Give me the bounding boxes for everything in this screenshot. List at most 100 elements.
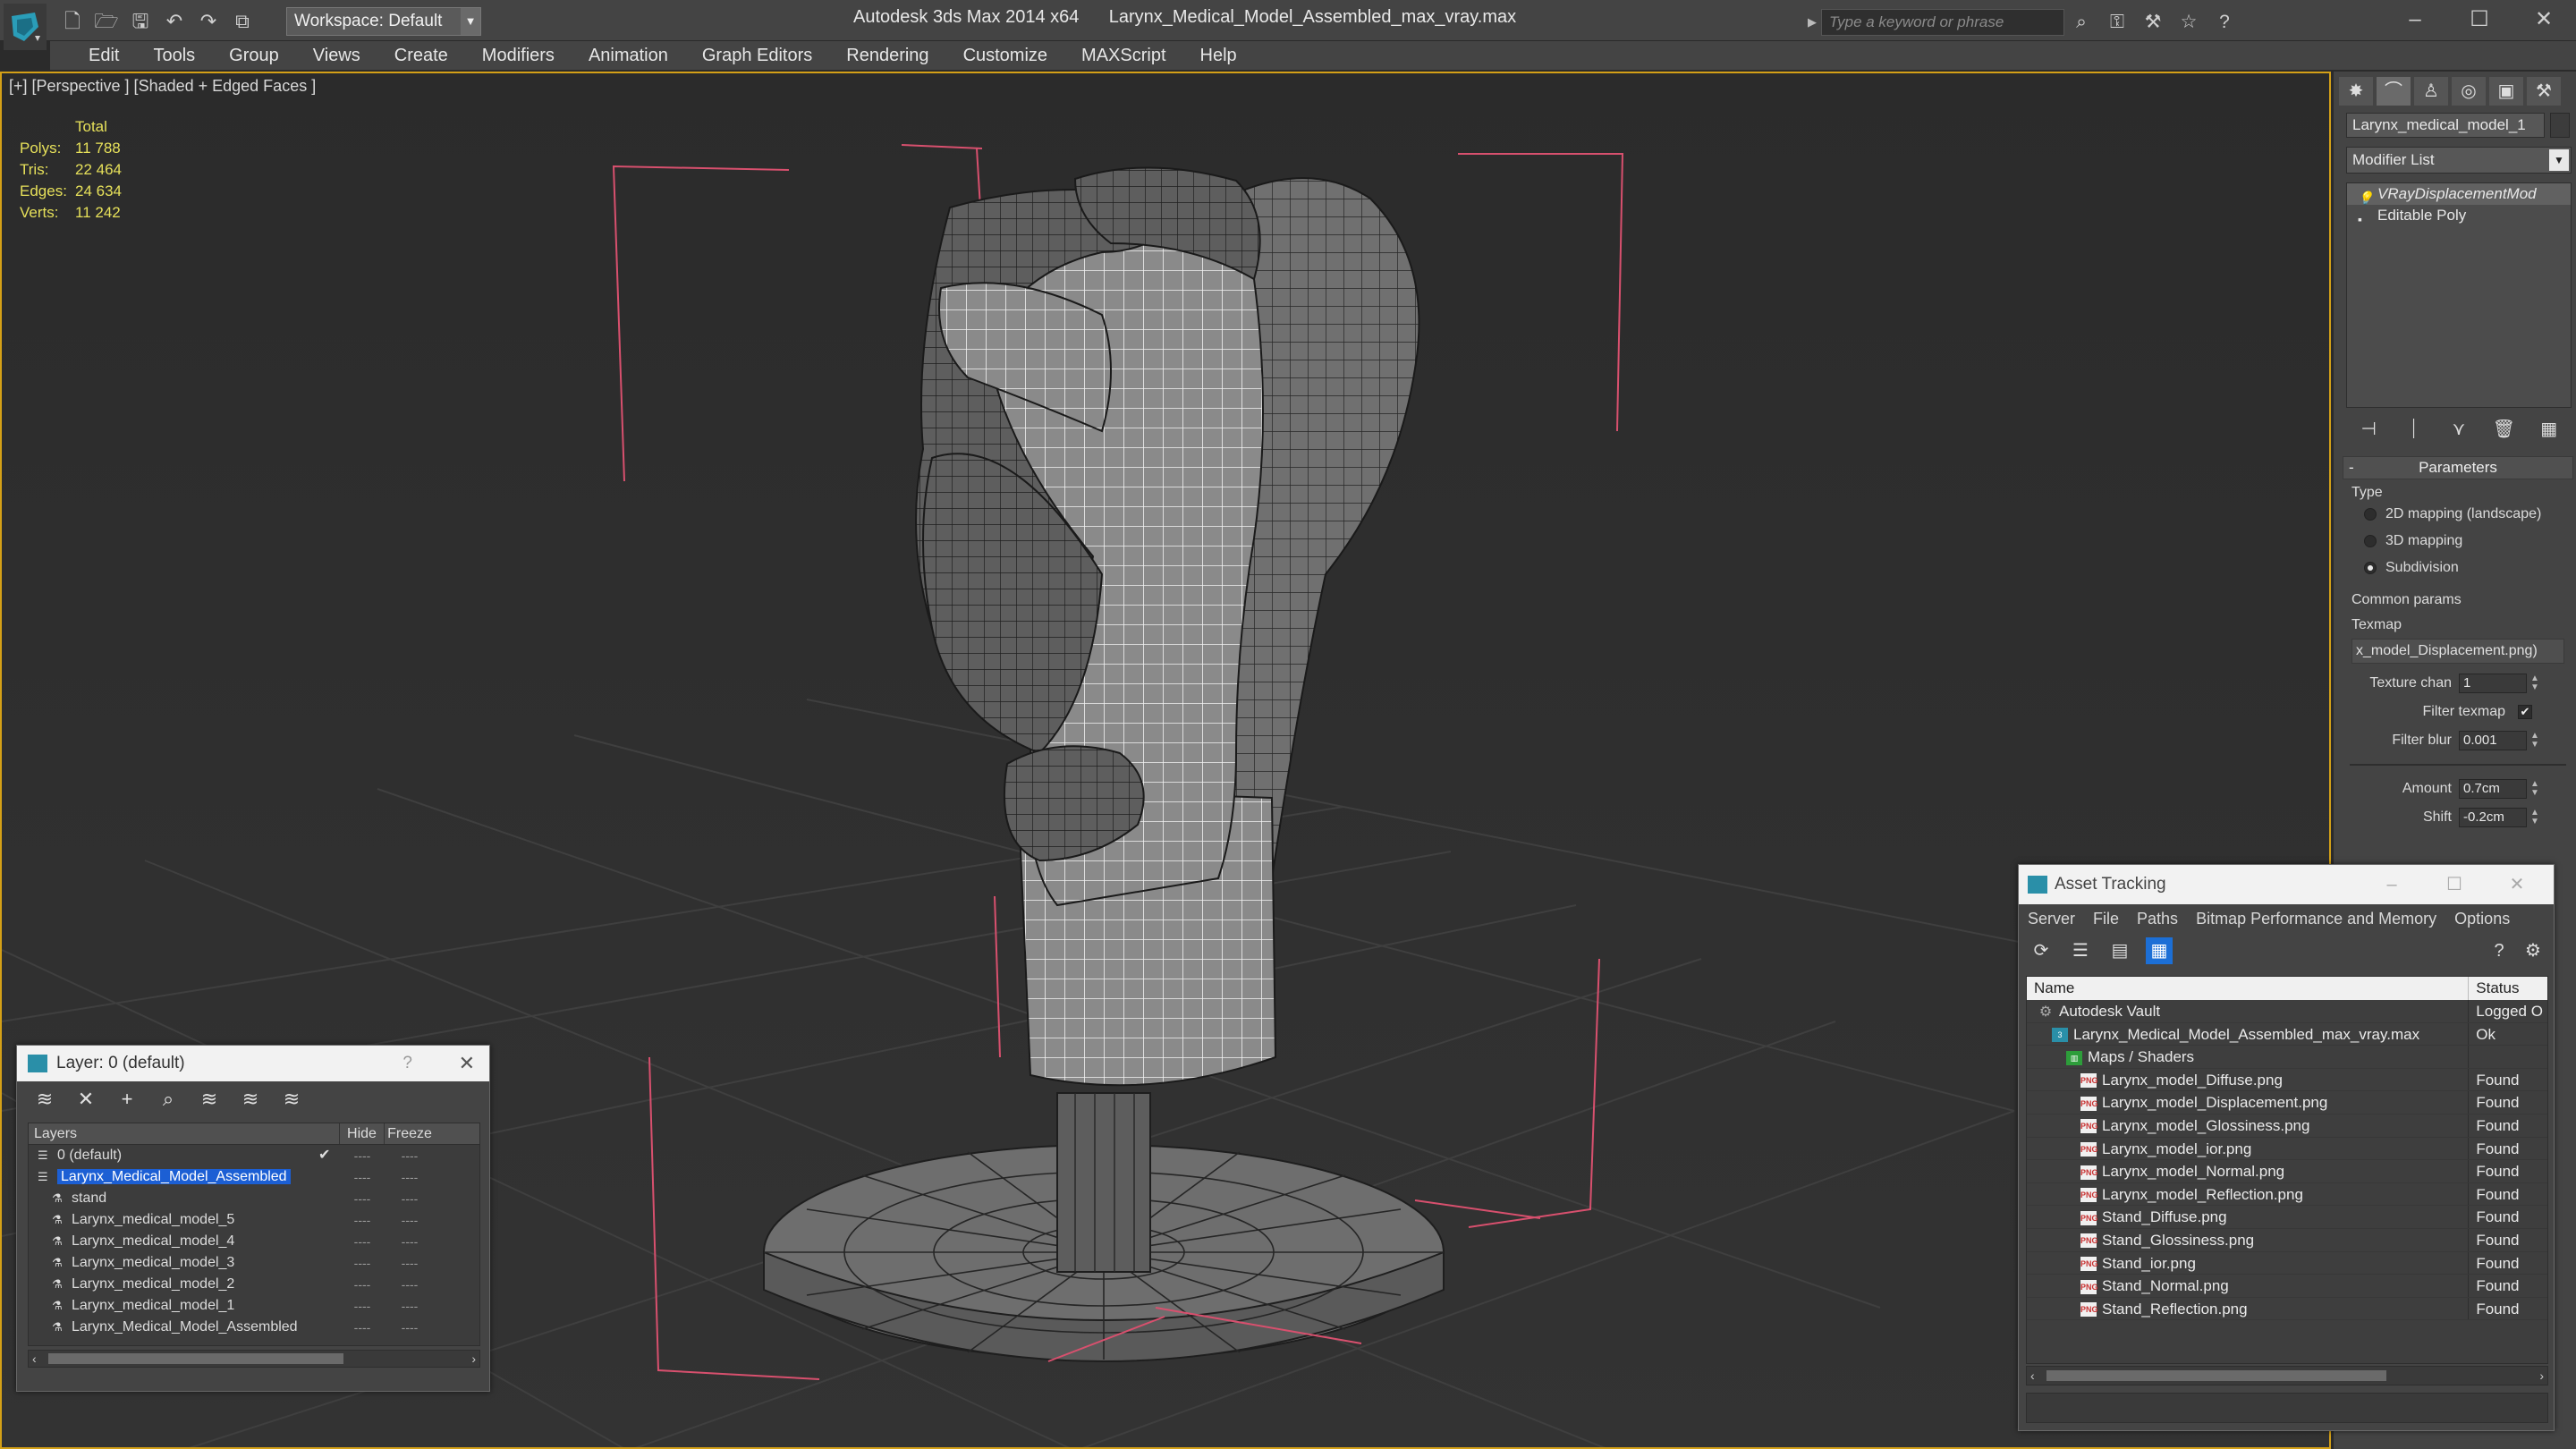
asset-row[interactable]: ⚙ Autodesk Vault Logged O — [2027, 1000, 2547, 1023]
shift-input[interactable]: -0.2cm — [2459, 808, 2527, 827]
modify-tab-icon[interactable]: ⌒ — [2377, 77, 2411, 106]
asset-row[interactable]: PNG Stand_ior.png Found — [2027, 1251, 2547, 1275]
layer-name-cell[interactable]: ⚗ Larynx_Medical_Model_Assembled — [29, 1317, 340, 1338]
menu-edit[interactable]: Edit — [72, 41, 136, 70]
radio-button-selected[interactable] — [2364, 562, 2377, 574]
layer-name-cell[interactable]: ⚗ stand — [29, 1188, 340, 1209]
close-icon[interactable]: ✕ — [459, 1046, 475, 1081]
column-hide[interactable]: Hide — [340, 1123, 385, 1144]
show-end-result-icon[interactable]: ⏐ — [2402, 417, 2427, 442]
search-input[interactable]: Type a keyword or phrase — [1821, 9, 2064, 36]
asset-menu-options[interactable]: Options — [2454, 910, 2521, 928]
select-objects-icon[interactable]: ⌕ — [157, 1088, 180, 1111]
app-logo-button[interactable] — [4, 4, 47, 50]
spinner-icon[interactable]: ▲ ▼ — [2530, 732, 2543, 750]
hide-toggle[interactable]: ---- — [340, 1295, 385, 1317]
asset-row[interactable]: PNG Larynx_model_Reflection.png Found — [2027, 1182, 2547, 1207]
freeze-toggle[interactable]: ---- — [385, 1231, 435, 1252]
menu-views[interactable]: Views — [296, 41, 377, 70]
asset-menu-server[interactable]: Server — [2028, 910, 2086, 928]
layer-window-titlebar[interactable]: Layer: 0 (default) ? ✕ — [17, 1046, 489, 1081]
help-icon[interactable]: ? — [402, 1046, 412, 1081]
column-name[interactable]: Name — [2027, 977, 2470, 1000]
layer-row[interactable]: ⚗ Larynx_medical_model_2 ---- ---- — [29, 1274, 479, 1295]
remove-modifier-icon[interactable]: 🗑 — [2491, 417, 2516, 442]
pin-stack-icon[interactable]: ⊣ — [2356, 417, 2381, 442]
scrollbar-thumb[interactable] — [48, 1353, 343, 1364]
texmap-button[interactable]: x_model_Displacement.png) — [2351, 639, 2564, 664]
viewport-label-menu[interactable]: [+] [Perspective ] [Shaded + Edged Faces… — [9, 77, 316, 96]
asset-row[interactable]: PNG Larynx_model_Diffuse.png Found — [2027, 1068, 2547, 1092]
freeze-toggle[interactable]: ---- — [385, 1209, 435, 1231]
communication-icon[interactable]: ⚒ — [2140, 9, 2166, 36]
save-file-icon[interactable]: 🖫 — [127, 9, 154, 34]
scroll-right-icon[interactable]: › — [2539, 1367, 2544, 1385]
minimize-icon[interactable]: – — [2360, 865, 2423, 904]
asset-row[interactable]: PNG Larynx_model_Normal.png Found — [2027, 1160, 2547, 1183]
asset-row[interactable]: PNG Stand_Glossiness.png Found — [2027, 1228, 2547, 1252]
freeze-toggle[interactable]: ---- — [385, 1295, 435, 1317]
parameters-rollout-header[interactable]: - Parameters — [2343, 456, 2573, 479]
column-layers[interactable]: Layers — [29, 1123, 340, 1144]
asset-row[interactable]: ▥ Maps / Shaders — [2027, 1046, 2547, 1069]
subscription-icon[interactable]: ⚿ — [2104, 9, 2131, 36]
open-file-icon[interactable]: 🗁 — [93, 9, 120, 34]
hide-toggle[interactable]: ---- — [340, 1317, 385, 1338]
asset-row[interactable]: PNG Stand_Normal.png Found — [2027, 1275, 2547, 1298]
table-view-icon[interactable]: ▦ — [2146, 937, 2173, 964]
favorites-star-icon[interactable]: ☆ — [2175, 9, 2202, 36]
asset-window-titlebar[interactable]: Asset Tracking – ☐ ✕ — [2019, 865, 2554, 904]
layer-name-cell[interactable]: ☰ 0 (default) ✔ — [29, 1145, 340, 1166]
hide-toggle[interactable]: ---- — [340, 1209, 385, 1231]
utilities-tab-icon[interactable]: ⚒ — [2527, 77, 2561, 106]
add-to-layer-icon[interactable]: + — [115, 1088, 139, 1111]
display-tab-icon[interactable]: ▣ — [2489, 77, 2523, 106]
asset-row[interactable]: PNG Stand_Reflection.png Found — [2027, 1297, 2547, 1321]
workspace-dropdown[interactable]: Workspace: Default ▼ — [286, 7, 481, 36]
filter-blur-input[interactable]: 0.001 — [2459, 731, 2527, 750]
freeze-toggle[interactable]: ---- — [385, 1166, 435, 1188]
radio-button[interactable] — [2364, 535, 2377, 547]
layer-name-cell[interactable]: ☰ Larynx_Medical_Model_Assembled — [29, 1166, 340, 1188]
hide-toggle[interactable]: ---- — [340, 1274, 385, 1295]
menu-rendering[interactable]: Rendering — [829, 41, 945, 70]
help-icon[interactable]: ? — [2211, 9, 2238, 36]
hide-toggle[interactable]: ---- — [340, 1252, 385, 1274]
close-icon[interactable]: ✕ — [2512, 0, 2576, 39]
layer-name-cell[interactable]: ⚗ Larynx_medical_model_3 — [29, 1252, 340, 1274]
layer-row[interactable]: ☰ Larynx_Medical_Model_Assembled ---- ---- — [29, 1166, 479, 1188]
minimize-icon[interactable]: – — [2383, 0, 2447, 39]
spinner-icon[interactable]: ▲ ▼ — [2530, 674, 2543, 692]
amount-input[interactable]: 0.7cm — [2459, 779, 2527, 799]
hide-toggle[interactable]: ---- — [340, 1231, 385, 1252]
create-tab-icon[interactable]: ✸ — [2339, 77, 2373, 106]
layer-row[interactable]: ⚗ Larynx_medical_model_1 ---- ---- — [29, 1295, 479, 1317]
menu-modifiers[interactable]: Modifiers — [465, 41, 572, 70]
asset-row[interactable]: PNG Larynx_model_Glossiness.png Found — [2027, 1114, 2547, 1138]
maximize-icon[interactable]: ☐ — [2423, 865, 2486, 904]
column-status[interactable]: Status — [2469, 977, 2547, 1000]
freeze-toggle[interactable]: ---- — [385, 1188, 435, 1209]
radio-2d-mapping[interactable]: 2D mapping (landscape) — [2343, 501, 2573, 528]
new-layer-icon[interactable]: ≋ — [33, 1088, 56, 1111]
asset-row[interactable]: PNG Stand_Diffuse.png Found — [2027, 1206, 2547, 1229]
layer-name-cell[interactable]: ⚗ Larynx_medical_model_2 — [29, 1274, 340, 1295]
asset-menu-paths[interactable]: Paths — [2137, 910, 2189, 928]
asset-menu-file[interactable]: File — [2093, 910, 2130, 928]
menu-tools[interactable]: Tools — [136, 41, 212, 70]
asset-row[interactable]: 3 Larynx_Medical_Model_Assembled_max_vray… — [2027, 1022, 2547, 1046]
binoculars-icon[interactable]: ⌕ — [2068, 9, 2095, 36]
object-color-swatch[interactable] — [2550, 113, 2570, 138]
scroll-left-icon[interactable]: ‹ — [32, 1351, 37, 1367]
freeze-toggle[interactable]: ---- — [385, 1317, 435, 1338]
freeze-toggle[interactable]: ---- — [385, 1274, 435, 1295]
filter-texmap-checkbox[interactable]: ✔ — [2518, 705, 2532, 719]
layer-row[interactable]: ☰ 0 (default) ✔ ---- ---- — [29, 1145, 479, 1166]
spinner-icon[interactable]: ▲ ▼ — [2530, 809, 2543, 826]
asset-row[interactable]: PNG Larynx_model_ior.png Found — [2027, 1137, 2547, 1161]
layer-horizontal-scrollbar[interactable]: ‹ › — [28, 1350, 480, 1368]
object-name-field[interactable]: Larynx_medical_model_1 — [2346, 113, 2545, 138]
menu-help[interactable]: Help — [1183, 41, 1254, 70]
menu-customize[interactable]: Customize — [946, 41, 1064, 70]
menu-create[interactable]: Create — [377, 41, 465, 70]
